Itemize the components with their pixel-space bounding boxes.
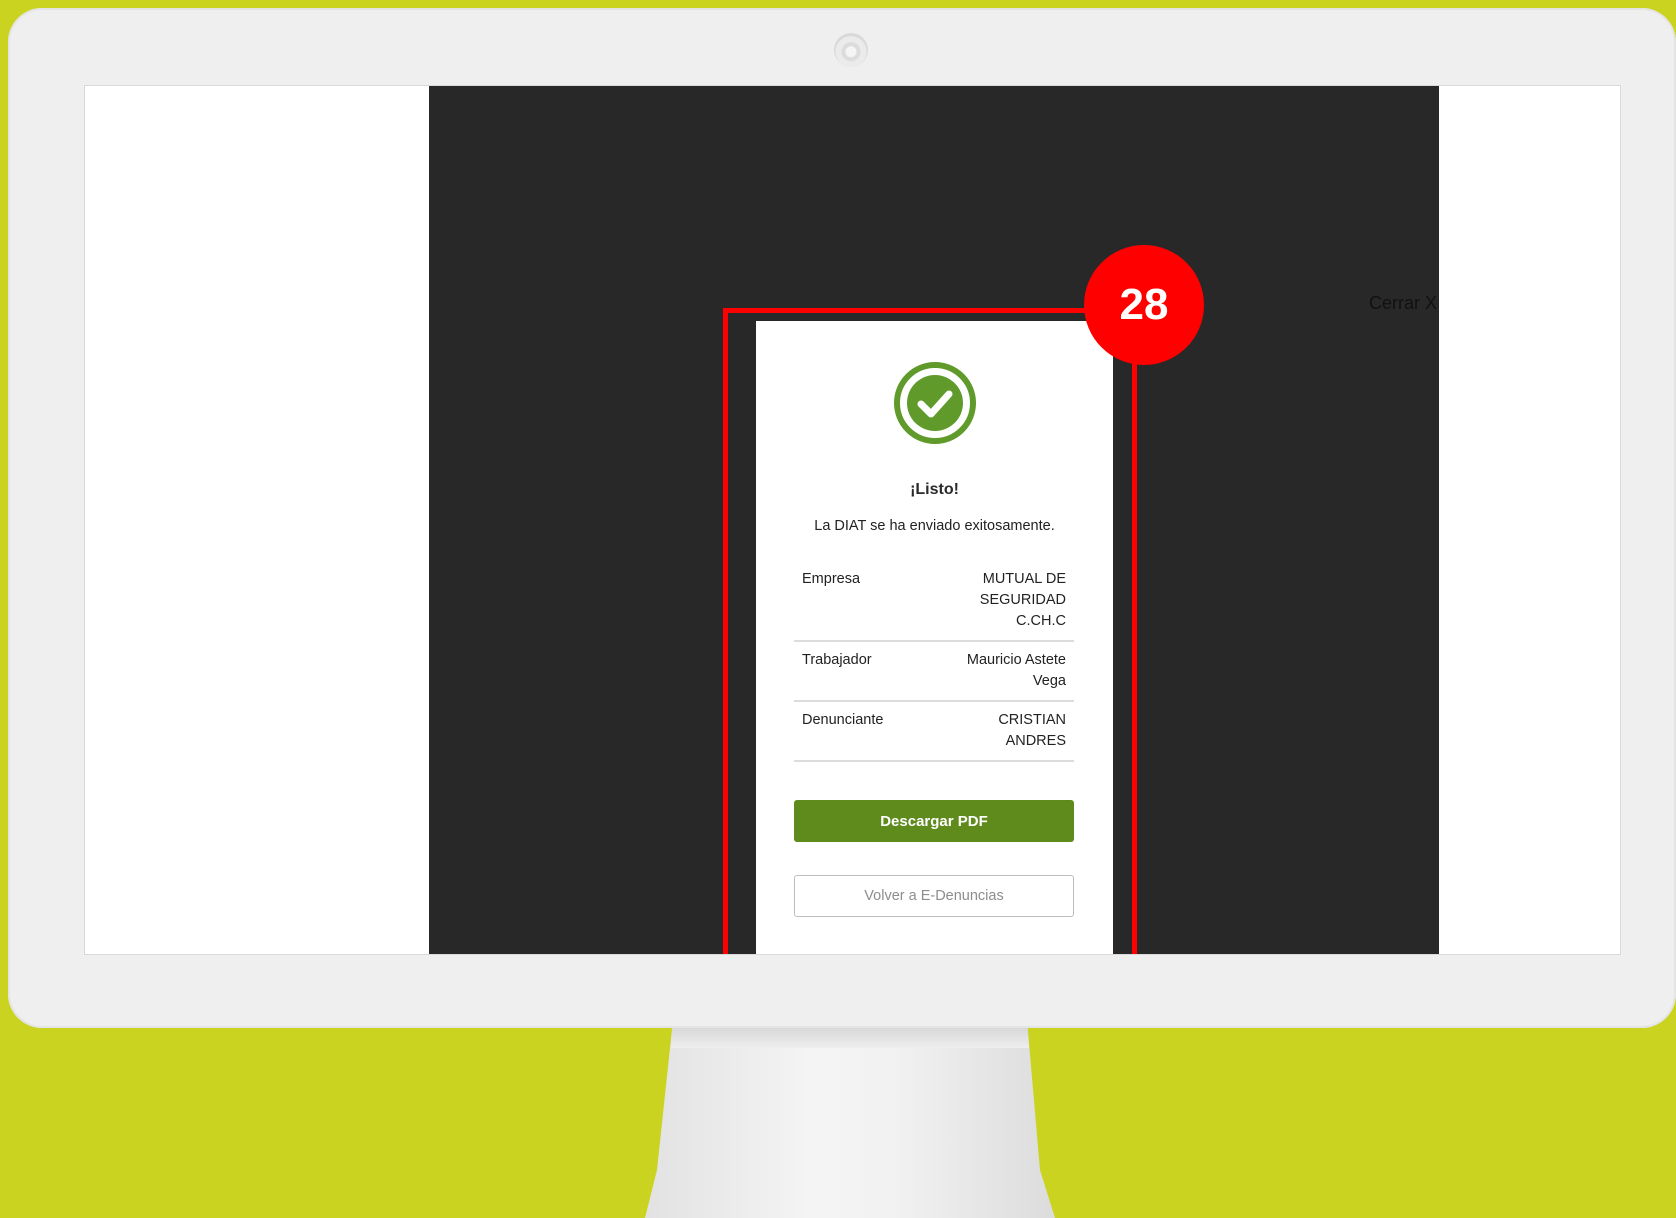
step-highlight-frame xyxy=(723,308,1137,954)
screen: Cerrar X ¡Listo! La DIAT se ha enviado e… xyxy=(84,85,1621,955)
camera-icon xyxy=(834,33,868,67)
close-link[interactable]: Cerrar X xyxy=(1369,293,1437,314)
monitor-bezel: Cerrar X ¡Listo! La DIAT se ha enviado e… xyxy=(8,8,1676,1028)
step-badge: 28 xyxy=(1084,245,1204,365)
monitor-stand xyxy=(645,1020,1055,1218)
